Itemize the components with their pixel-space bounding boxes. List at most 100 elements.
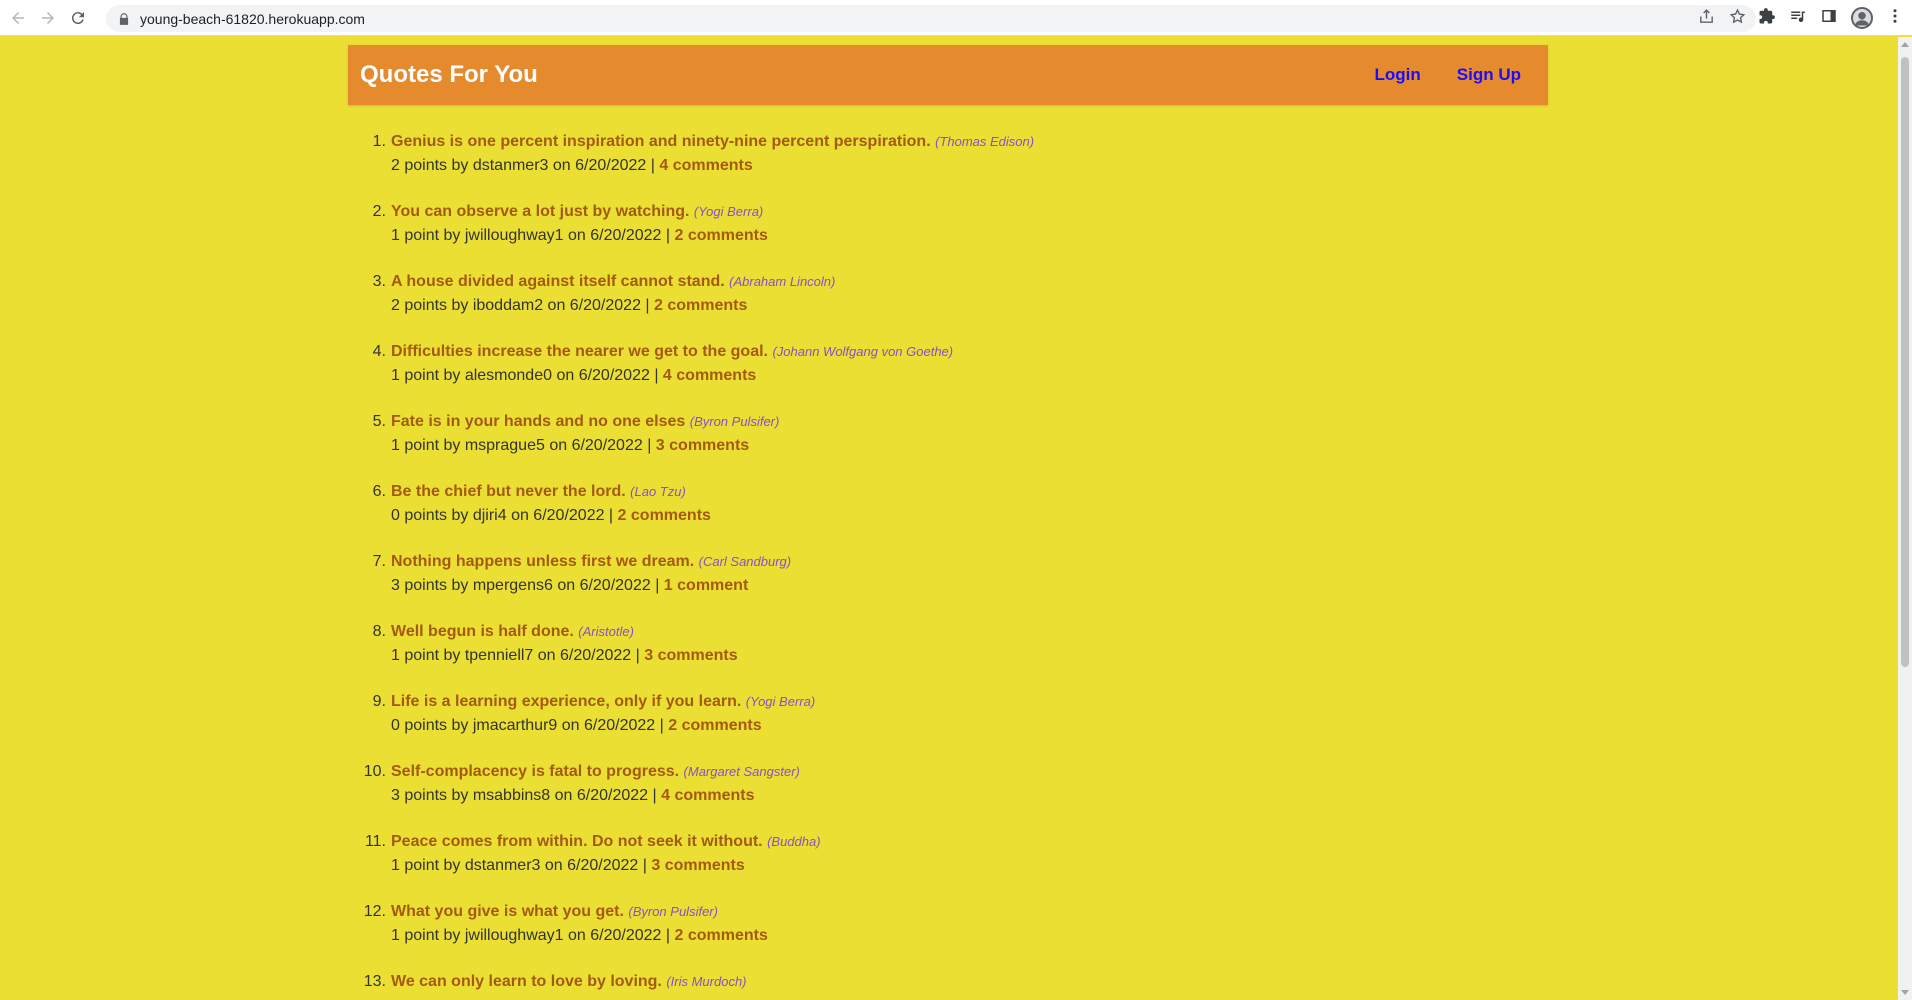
- page-scrollbar[interactable]: [1898, 37, 1912, 1000]
- quote-item: 12. What you give is what you get. (Byron…: [348, 900, 1548, 970]
- quote-body: A house divided against itself cannot st…: [391, 270, 835, 340]
- quote-item: 9. Life is a learning experience, only if…: [348, 690, 1548, 760]
- quote-body: Fate is in your hands and no one elses (…: [391, 410, 779, 480]
- quote-author: (Byron Pulsifer): [689, 414, 780, 429]
- comments-link[interactable]: 1 comment: [664, 577, 748, 594]
- scroll-thumb[interactable]: [1901, 57, 1909, 667]
- quote-text-link[interactable]: Difficulties increase the nearer we get …: [391, 343, 768, 360]
- side-panel-icon[interactable]: [1820, 7, 1838, 30]
- quote-text-link[interactable]: Be the chief but never the lord.: [391, 483, 626, 500]
- address-bar[interactable]: young-beach-61820.herokuapp.com: [106, 5, 1756, 32]
- quote-item: 10. Self-complacency is fatal to progress…: [348, 760, 1548, 830]
- comments-link[interactable]: 3 comments: [656, 437, 749, 454]
- quote-text-link[interactable]: Well begun is half done.: [391, 623, 574, 640]
- quote-item: 5. Fate is in your hands and no one elses…: [348, 410, 1548, 480]
- back-arrow-icon[interactable]: [3, 0, 33, 36]
- quote-line: What you give is what you get. (Byron Pu…: [391, 900, 768, 924]
- quote-meta: 1 point by jwilloughway1 on 6/20/2022 |: [391, 227, 671, 244]
- comments-link[interactable]: 3 comments: [651, 857, 744, 874]
- quote-body: Peace comes from within. Do not seek it …: [391, 830, 821, 900]
- quote-item: 7. Nothing happens unless first we dream.…: [348, 550, 1548, 620]
- quote-meta: 1 point by tpenniell7 on 6/20/2022 |: [391, 647, 640, 664]
- quote-number: 13.: [363, 973, 386, 990]
- scroll-down-arrow-icon[interactable]: [1901, 990, 1909, 995]
- quote-author: (Margaret Sangster): [683, 764, 800, 779]
- comments-link[interactable]: 3 comments: [644, 647, 737, 664]
- quote-text-link[interactable]: Self-complacency is fatal to progress.: [391, 763, 679, 780]
- login-link[interactable]: Login: [1375, 65, 1421, 85]
- quote-number: 2.: [372, 203, 386, 220]
- quote-line: You can observe a lot just by watching. …: [391, 200, 768, 224]
- comments-link[interactable]: 2 comments: [654, 297, 747, 314]
- quote-meta: 2 points by dstanmer3 on 6/20/2022 |: [391, 157, 655, 174]
- quote-body: We can only learn to love by loving. (Ir…: [391, 970, 747, 1000]
- quote-meta-line: 3 points by mpergens6 on 6/20/2022 | 1 c…: [391, 574, 791, 598]
- site-header: Quotes For You Login Sign Up: [348, 45, 1548, 105]
- quote-item: 11. Peace comes from within. Do not seek …: [348, 830, 1548, 900]
- comments-link[interactable]: 2 comments: [674, 227, 767, 244]
- quote-line: Self-complacency is fatal to progress. (…: [391, 760, 800, 784]
- quote-text-link[interactable]: Peace comes from within. Do not seek it …: [391, 833, 763, 850]
- quote-text-link[interactable]: What you give is what you get.: [391, 903, 624, 920]
- scroll-up-arrow-icon[interactable]: [1901, 42, 1909, 47]
- quote-line: Genius is one percent inspiration and ni…: [391, 130, 1034, 154]
- quote-meta-line: 2 points by iboddam2 on 6/20/2022 | 2 co…: [391, 294, 835, 318]
- comments-link[interactable]: 2 comments: [668, 717, 761, 734]
- quote-author: (Thomas Edison): [935, 134, 1035, 149]
- quote-body: Genius is one percent inspiration and ni…: [391, 130, 1034, 200]
- quote-item: 8. Well begun is half done. (Aristotle) 1 …: [348, 620, 1548, 690]
- quote-body: Be the chief but never the lord. (Lao Tz…: [391, 480, 711, 550]
- quote-meta-line: 1 point by dstanmer3 on 6/20/2022 | 3 co…: [391, 854, 821, 878]
- comments-link[interactable]: 2 comments: [674, 927, 767, 944]
- quote-meta: 0 points by djiri4 on 6/20/2022 |: [391, 507, 614, 524]
- reload-icon[interactable]: [63, 0, 93, 36]
- quote-body: Well begun is half done. (Aristotle) 1 po…: [391, 620, 738, 690]
- forward-arrow-icon[interactable]: [33, 0, 63, 36]
- site-title[interactable]: Quotes For You: [360, 61, 538, 89]
- browser-toolbar: young-beach-61820.herokuapp.com: [0, 0, 1912, 36]
- quote-text-link[interactable]: Genius is one percent inspiration and ni…: [391, 133, 931, 150]
- comments-link[interactable]: 4 comments: [659, 157, 752, 174]
- comments-link[interactable]: 4 comments: [663, 367, 756, 384]
- quote-line: We can only learn to love by loving. (Ir…: [391, 970, 747, 994]
- quote-meta-line: 0 points by jmacarthur9 on 6/20/2022 | 2…: [391, 714, 815, 738]
- quote-text-link[interactable]: We can only learn to love by loving.: [391, 973, 662, 990]
- quote-number: 6.: [372, 483, 386, 500]
- quote-number: 4.: [372, 343, 386, 360]
- comments-link[interactable]: 4 comments: [661, 787, 754, 804]
- comments-link[interactable]: 2 comments: [618, 507, 711, 524]
- quote-meta: 3 points by mpergens6 on 6/20/2022 |: [391, 577, 660, 594]
- quote-author: (Yogi Berra): [745, 694, 816, 709]
- quote-body: Self-complacency is fatal to progress. (…: [391, 760, 800, 830]
- quote-text-link[interactable]: Fate is in your hands and no one elses: [391, 413, 685, 430]
- quote-text-link[interactable]: A house divided against itself cannot st…: [391, 273, 725, 290]
- quote-line: Difficulties increase the nearer we get …: [391, 340, 953, 364]
- more-menu-icon[interactable]: [1886, 7, 1904, 30]
- bookmark-star-icon[interactable]: [1729, 7, 1746, 30]
- quote-meta-line: 1 point by tpenniell7 on 6/20/2022 | 3 c…: [391, 644, 738, 668]
- quote-number: 1.: [372, 133, 386, 150]
- quote-body: Difficulties increase the nearer we get …: [391, 340, 953, 410]
- extensions-puzzle-icon[interactable]: [1758, 7, 1776, 30]
- signup-link[interactable]: Sign Up: [1457, 65, 1521, 85]
- quote-body: Life is a learning experience, only if y…: [391, 690, 815, 760]
- quote-line: A house divided against itself cannot st…: [391, 270, 835, 294]
- quote-text-link[interactable]: Nothing happens unless first we dream.: [391, 553, 694, 570]
- url-text: young-beach-61820.herokuapp.com: [140, 10, 365, 27]
- quote-meta-line: 1 point by jwilloughway1 on 6/20/2022 | …: [391, 224, 768, 248]
- quote-author: (Byron Pulsifer): [628, 904, 718, 919]
- quote-item: 2. You can observe a lot just by watching…: [348, 200, 1548, 270]
- quote-text-link[interactable]: You can observe a lot just by watching.: [391, 203, 689, 220]
- quote-body: What you give is what you get. (Byron Pu…: [391, 900, 768, 970]
- quote-meta-line: 2 points by dstanmer3 on 6/20/2022 | 4 c…: [391, 154, 1034, 178]
- quote-meta-line: 1 point by alesmonde0 on 6/20/2022 | 4 c…: [391, 364, 953, 388]
- lock-icon: [117, 12, 131, 26]
- quote-meta-line: 1 point by msprague5 on 6/20/2022 | 3 co…: [391, 434, 779, 458]
- quote-text-link[interactable]: Life is a learning experience, only if y…: [391, 693, 741, 710]
- share-icon[interactable]: [1698, 8, 1715, 30]
- media-control-icon[interactable]: [1789, 7, 1807, 30]
- quote-meta: 0 points by jmacarthur9 on 6/20/2022 |: [391, 717, 664, 734]
- quote-number: 7.: [372, 553, 386, 570]
- quote-item: 1. Genius is one percent inspiration and …: [348, 130, 1548, 200]
- profile-avatar-icon[interactable]: [1851, 7, 1873, 29]
